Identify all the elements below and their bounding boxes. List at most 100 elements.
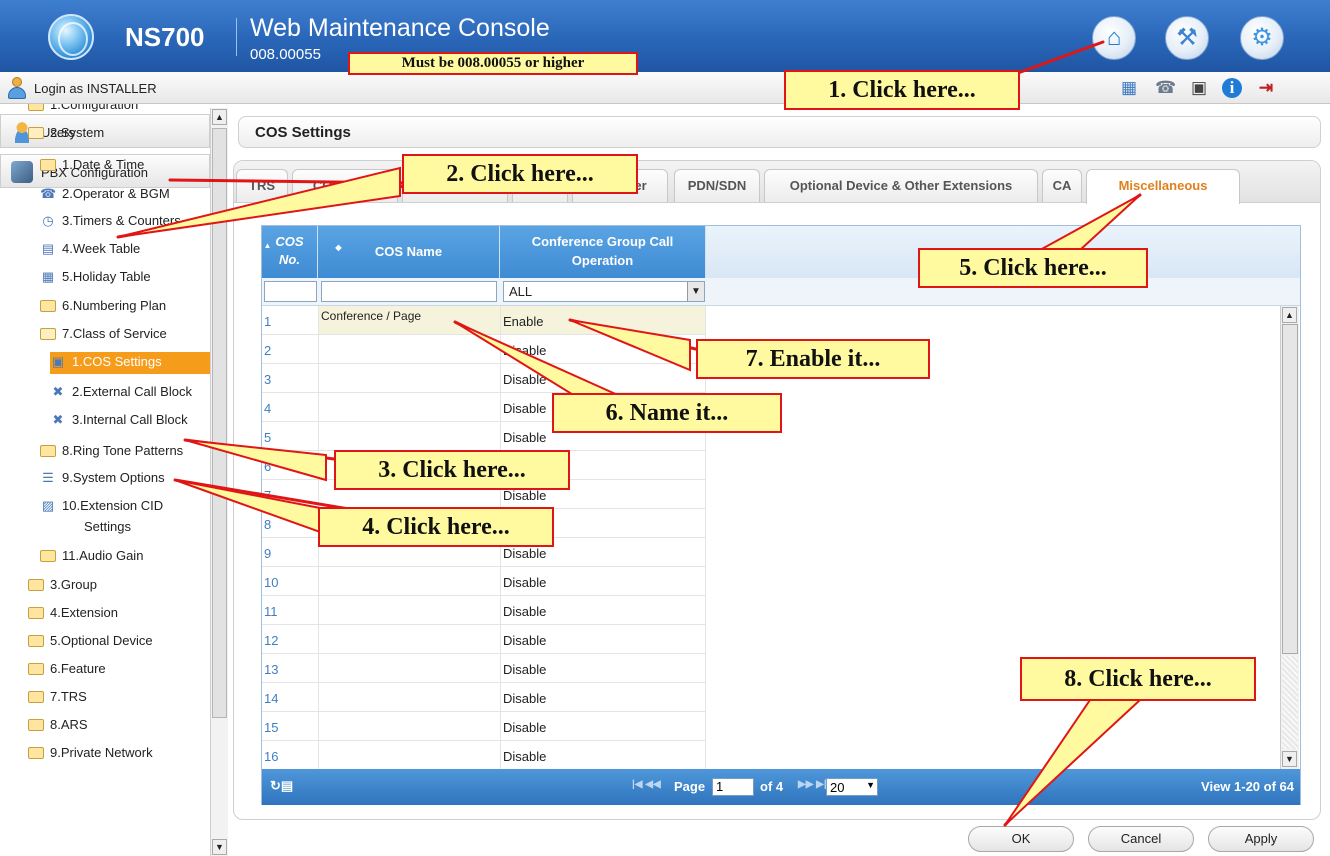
- column-header-cos-no[interactable]: COS No. ▲: [262, 226, 318, 278]
- calendar-icon[interactable]: ▦: [1119, 78, 1139, 98]
- callout-step5: 5. Click here...: [918, 248, 1148, 288]
- scroll-down-icon[interactable]: ▼: [1282, 751, 1297, 767]
- cos-name-cell[interactable]: [318, 596, 500, 625]
- sidebar-scrollbar[interactable]: ▲ ▼: [210, 108, 228, 856]
- callout-version-note: Must be 008.00055 or higher: [348, 52, 638, 75]
- tab-ca[interactable]: CA: [1042, 169, 1082, 202]
- tree-item-1-cos-settings[interactable]: ▣ 1.COS Settings: [50, 352, 212, 374]
- product-name: NS700: [125, 22, 205, 52]
- cos-name-cell[interactable]: [318, 712, 500, 741]
- tab-pdn-sdn[interactable]: PDN/SDN: [674, 169, 760, 202]
- logout-icon[interactable]: ⇥: [1256, 78, 1276, 98]
- scroll-up-icon[interactable]: ▲: [212, 109, 227, 125]
- tools-button[interactable]: ⚒: [1165, 16, 1209, 60]
- table-row[interactable]: 11 Disable: [262, 596, 1282, 625]
- tab-co-dnd[interactable]: CO & DND: [292, 169, 398, 202]
- table-row[interactable]: 1 Conference / Page Enable: [262, 306, 1282, 335]
- scroll-down-icon[interactable]: ▼: [212, 839, 227, 855]
- user-icon: [7, 77, 27, 99]
- cos-name-cell[interactable]: [318, 625, 500, 654]
- tree-item-label: 6.Feature: [50, 661, 106, 676]
- table-row[interactable]: 15 Disable: [262, 712, 1282, 741]
- call-block-icon: ✖: [52, 384, 64, 399]
- tree-item-label: 8.Ring Tone Patterns: [62, 443, 184, 458]
- tab-miscellaneous[interactable]: Miscellaneous: [1086, 169, 1240, 204]
- cos-name-cell[interactable]: [318, 422, 500, 451]
- callout-step1: 1. Click here...: [784, 70, 1020, 110]
- callout-step4: 4. Click here...: [318, 507, 554, 547]
- first-page-icon[interactable]: |◀ ◀◀: [632, 779, 661, 790]
- home-button[interactable]: ⌂: [1092, 16, 1136, 60]
- page-size-select[interactable]: 20 ▼: [826, 778, 878, 796]
- folder-icon: [28, 607, 44, 619]
- column-header-cos-name[interactable]: COS Name ◆: [318, 226, 500, 278]
- column-header-conference-group-call[interactable]: Conference Group Call Operation: [500, 226, 706, 278]
- column-header-line: No.: [279, 252, 300, 267]
- scroll-thumb[interactable]: [1282, 324, 1298, 654]
- conference-operation-cell[interactable]: Enable: [500, 306, 706, 335]
- scroll-thumb[interactable]: [212, 128, 227, 718]
- cos-name-cell[interactable]: [318, 683, 500, 712]
- cos-number-cell: 1: [262, 306, 318, 335]
- tree-item-label: 5.Holiday Table: [62, 269, 151, 284]
- chevron-down-icon: ▼: [866, 780, 875, 790]
- settings-icon: ⚙: [1251, 24, 1273, 51]
- conference-operation-cell[interactable]: Disable: [500, 712, 706, 741]
- page-number-input[interactable]: 1: [712, 778, 754, 796]
- folder-icon: [40, 300, 56, 312]
- grid-scrollbar[interactable]: ▲ ▼: [1280, 306, 1299, 769]
- ok-button[interactable]: OK: [968, 826, 1074, 852]
- conference-operation-cell[interactable]: Disable: [500, 654, 706, 683]
- tree-item-label: 9.System Options: [62, 470, 165, 485]
- cos-no-filter-input[interactable]: [264, 281, 317, 302]
- conference-operation-cell[interactable]: Disable: [500, 741, 706, 769]
- table-row[interactable]: 16 Disable: [262, 741, 1282, 769]
- refresh-icon[interactable]: ↻▤: [270, 778, 293, 794]
- conference-operation-cell[interactable]: Disable: [500, 596, 706, 625]
- cos-name-cell[interactable]: Conference / Page: [318, 306, 500, 335]
- table-row[interactable]: 10 Disable: [262, 567, 1282, 596]
- conference-operation-cell[interactable]: Disable: [500, 625, 706, 654]
- cos-name-cell[interactable]: [318, 393, 500, 422]
- save-icon[interactable]: ▣: [1189, 78, 1209, 98]
- settings-panel: TRS CO & DND ... ... Manager PDN/SDN Opt…: [233, 160, 1321, 820]
- cos-name-cell[interactable]: [318, 335, 500, 364]
- cos-name-cell[interactable]: [318, 741, 500, 769]
- cos-number-cell: 4: [262, 393, 318, 422]
- globe-logo-icon: [48, 14, 94, 60]
- tree-item-label: 2.External Call Block: [72, 384, 192, 399]
- cos-number-cell: 7: [262, 480, 318, 509]
- cos-number-cell: 8: [262, 509, 318, 538]
- version-number: 008.00055: [250, 46, 321, 63]
- scroll-up-icon[interactable]: ▲: [1282, 307, 1297, 323]
- next-page-icon[interactable]: ▶▶ ▶|: [798, 779, 827, 790]
- cos-number-cell: 3: [262, 364, 318, 393]
- column-header-line: Conference Group Call: [531, 234, 674, 249]
- conference-operation-cell[interactable]: Disable: [500, 364, 706, 393]
- tab-trs[interactable]: TRS: [236, 169, 288, 202]
- table-row[interactable]: 12 Disable: [262, 625, 1282, 654]
- conference-operation-cell[interactable]: Disable: [500, 683, 706, 712]
- folder-icon: [40, 445, 56, 457]
- operation-filter-select[interactable]: ALL ▼: [503, 281, 705, 302]
- tab-optional-device[interactable]: Optional Device & Other Extensions: [764, 169, 1038, 202]
- folder-icon: [28, 691, 44, 703]
- cos-name-cell[interactable]: [318, 654, 500, 683]
- cos-name-cell[interactable]: [318, 567, 500, 596]
- tree-item-label: 5.Optional Device: [50, 633, 153, 648]
- info-icon[interactable]: i: [1222, 78, 1242, 98]
- conference-operation-cell[interactable]: Disable: [500, 335, 706, 364]
- tree-item-label: Settings: [84, 519, 131, 534]
- cos-name-filter-input[interactable]: [321, 281, 497, 302]
- settings-button[interactable]: ⚙: [1240, 16, 1284, 60]
- callout-step8: 8. Click here...: [1020, 657, 1256, 701]
- cancel-button[interactable]: Cancel: [1088, 826, 1194, 852]
- apply-button[interactable]: Apply: [1208, 826, 1314, 852]
- conference-operation-cell[interactable]: Disable: [500, 567, 706, 596]
- cos-number-cell: 16: [262, 741, 318, 769]
- tree-item-label: 1.Date & Time: [62, 157, 145, 172]
- cos-name-cell[interactable]: [318, 364, 500, 393]
- cos-number-cell: 11: [262, 596, 318, 625]
- phone-icon[interactable]: ☎: [1155, 78, 1176, 98]
- cos-number-cell: 10: [262, 567, 318, 596]
